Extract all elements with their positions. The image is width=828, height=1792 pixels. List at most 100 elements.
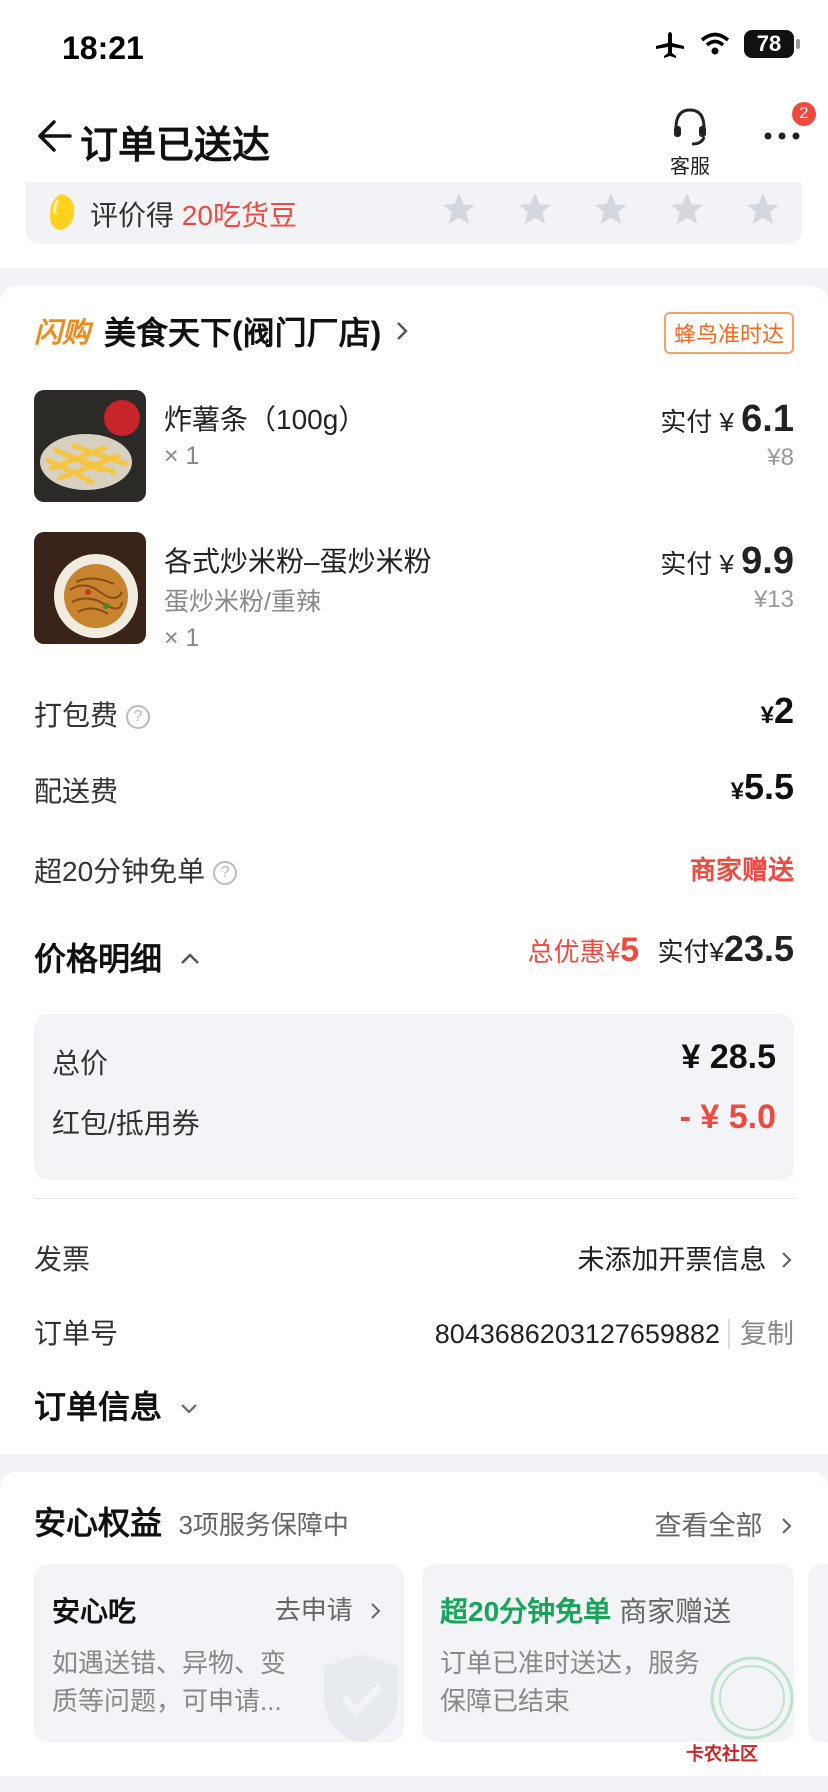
item-paid-currency: ¥ (719, 407, 734, 437)
star-icon[interactable] (516, 190, 554, 228)
divider (34, 1198, 794, 1199)
customer-service-label: 客服 (670, 156, 710, 178)
apply-link[interactable]: 去申请 (275, 1590, 382, 1627)
star-icon[interactable] (744, 190, 782, 228)
chevron-right-icon (397, 322, 409, 340)
free-order-value: 商家赠送 (689, 855, 794, 885)
coupon-label: 红包/抵用券 (52, 1108, 200, 1139)
chevron-right-icon (371, 1603, 381, 1619)
safe-eat-title: 安心吃 (52, 1596, 137, 1627)
total-price-value: ¥ 28.5 (681, 1038, 776, 1076)
assurance-header: 安心权益 3项服务保障中 查看全部 (34, 1498, 794, 1544)
packing-fee-text: 打包费 (34, 700, 119, 731)
customer-service-button[interactable]: 客服 (654, 96, 726, 178)
watermark-text: 卡农社区 (686, 1744, 758, 1764)
completed-stamp-icon (710, 1656, 794, 1740)
item-original-price: ¥13 (753, 586, 794, 613)
order-number-label: 订单号 (34, 1318, 119, 1349)
item-spec: 蛋炒米粉/重辣 (164, 588, 321, 616)
free-order-label: 超20分钟免单? (34, 850, 238, 890)
wifi-icon (700, 32, 730, 55)
assurance-card: 安心权益 3项服务保障中 查看全部 安心吃 去申请 如遇送错、异物、变质等问题，… (0, 1472, 828, 1776)
airplane-icon (656, 32, 684, 58)
chevron-up-icon (181, 953, 199, 964)
notification-badge: 2 (792, 102, 816, 126)
assurance-title: 安心权益 (34, 1505, 163, 1541)
status-bar: 18:21 78 (0, 0, 828, 90)
view-all-label: 查看全部 (654, 1511, 763, 1541)
packing-fee-amount: 2 (773, 690, 794, 731)
price-detail-title: 价格明细 (34, 934, 201, 980)
price-summary: 总优惠¥5 实付¥23.5 (528, 928, 794, 970)
order-number-row: 订单号 8043686203127659882 复制 (34, 1308, 794, 1352)
invoice-value[interactable]: 未添加开票信息 (577, 1238, 794, 1277)
back-arrow-icon[interactable] (34, 116, 74, 156)
paid-label: 实付¥ (657, 937, 724, 967)
currency-symbol: ¥ (730, 778, 744, 805)
star-icon[interactable] (668, 190, 706, 228)
status-icons: 78 (654, 30, 800, 58)
item-qty: × 1 (164, 442, 200, 470)
more-icon[interactable] (762, 126, 802, 146)
delivery-badge: 蜂鸟准时达 (663, 312, 794, 354)
help-icon[interactable]: ? (126, 705, 151, 729)
bean-icon (50, 194, 75, 230)
item-paid-value: 6.1 (741, 398, 794, 440)
invoice-row[interactable]: 发票 未添加开票信息 (34, 1234, 794, 1278)
order-item[interactable]: 各式炒米粉–蛋炒米粉 蛋炒米粉/重辣 × 1 实付 ¥ 9.9 ¥13 (34, 532, 794, 662)
order-info-toggle[interactable]: 订单信息 (34, 1382, 199, 1428)
delivery-fee-value: ¥5.5 (731, 766, 794, 808)
coupon-value: - ¥ 5.0 (679, 1098, 776, 1136)
rating-stars[interactable] (440, 190, 782, 228)
rating-reward: 20吃货豆 (181, 200, 297, 231)
rating-strip-wrap: 评价得 20吃货豆 (0, 182, 828, 268)
item-original-price: ¥8 (767, 444, 794, 471)
shield-check-icon (324, 1654, 398, 1742)
help-icon[interactable]: ? (213, 861, 238, 885)
shop-name[interactable]: 美食天下(阀门厂店) (104, 308, 381, 354)
free-order-card-desc: 订单已准时送达，服务保障已结束 (440, 1648, 701, 1716)
assurance-card-free-order[interactable]: 超20分钟免单 商家赠送 订单已准时送达，服务保障已结束 (422, 1564, 794, 1742)
currency-symbol: ¥ (760, 702, 774, 729)
order-item[interactable]: 炸薯条（100g） × 1 实付 ¥ 6.1 ¥8 (34, 390, 794, 502)
total-discount: 总优惠¥5 (527, 931, 639, 969)
packing-fee-value: ¥2 (761, 690, 794, 732)
apply-label: 去申请 (274, 1595, 353, 1625)
view-all-link[interactable]: 查看全部 (654, 1504, 794, 1543)
free-order-text: 超20分钟免单 (34, 856, 206, 887)
shop-row[interactable]: 闪购 美食天下(阀门厂店) (34, 306, 409, 356)
price-breakdown: 总价 ¥ 28.5 红包/抵用券 - ¥ 5.0 (34, 1014, 794, 1180)
price-detail-header[interactable]: 价格明细 总优惠¥5 实付¥23.5 (34, 928, 794, 978)
free-order-card-title: 超20分钟免单 商家赠送 (440, 1590, 731, 1630)
discount-label: 总优惠¥ (527, 937, 621, 967)
discount-value: 5 (620, 931, 639, 969)
rating-strip[interactable]: 评价得 20吃货豆 (26, 182, 802, 244)
price-detail-title-text: 价格明细 (34, 941, 163, 977)
assurance-card-peek (808, 1564, 828, 1742)
assurance-card-safe-eat[interactable]: 安心吃 去申请 如遇送错、异物、变质等问题，可申请... (34, 1564, 404, 1742)
headset-icon (674, 108, 706, 146)
free-order-card-title-text: 超20分钟免单 (440, 1596, 612, 1627)
status-time: 18:21 (62, 30, 144, 66)
coupon-row: 红包/抵用券 - ¥ 5.0 (52, 1098, 776, 1139)
item-paid-label: 实付 (660, 407, 713, 437)
packing-fee-label: 打包费? (34, 694, 151, 734)
total-price-row: 总价 ¥ 28.5 (52, 1038, 776, 1079)
copy-button[interactable]: 复制 (728, 1319, 794, 1349)
chevron-right-icon (782, 1252, 792, 1268)
battery-indicator: 78 (744, 30, 800, 58)
order-info-label: 订单信息 (34, 1389, 163, 1425)
order-number-value-wrap: 8043686203127659882 复制 (435, 1312, 794, 1351)
safe-eat-desc: 如遇送错、异物、变质等问题，可申请... (52, 1648, 287, 1716)
rating-reward-text: 评价得 20吃货豆 (90, 194, 297, 234)
item-paid: 实付 ¥ 9.9 (660, 540, 794, 583)
paid-value: 23.5 (723, 928, 794, 969)
chevron-down-icon (181, 1404, 197, 1414)
total-price-label: 总价 (52, 1048, 109, 1079)
rice-noodle-thumbnail (34, 532, 146, 644)
packing-fee-row: 打包费? ¥2 (34, 690, 794, 734)
star-icon[interactable] (592, 190, 630, 228)
item-paid-currency: ¥ (719, 549, 734, 579)
order-number-value: 8043686203127659882 (434, 1319, 720, 1349)
star-icon[interactable] (440, 190, 478, 228)
